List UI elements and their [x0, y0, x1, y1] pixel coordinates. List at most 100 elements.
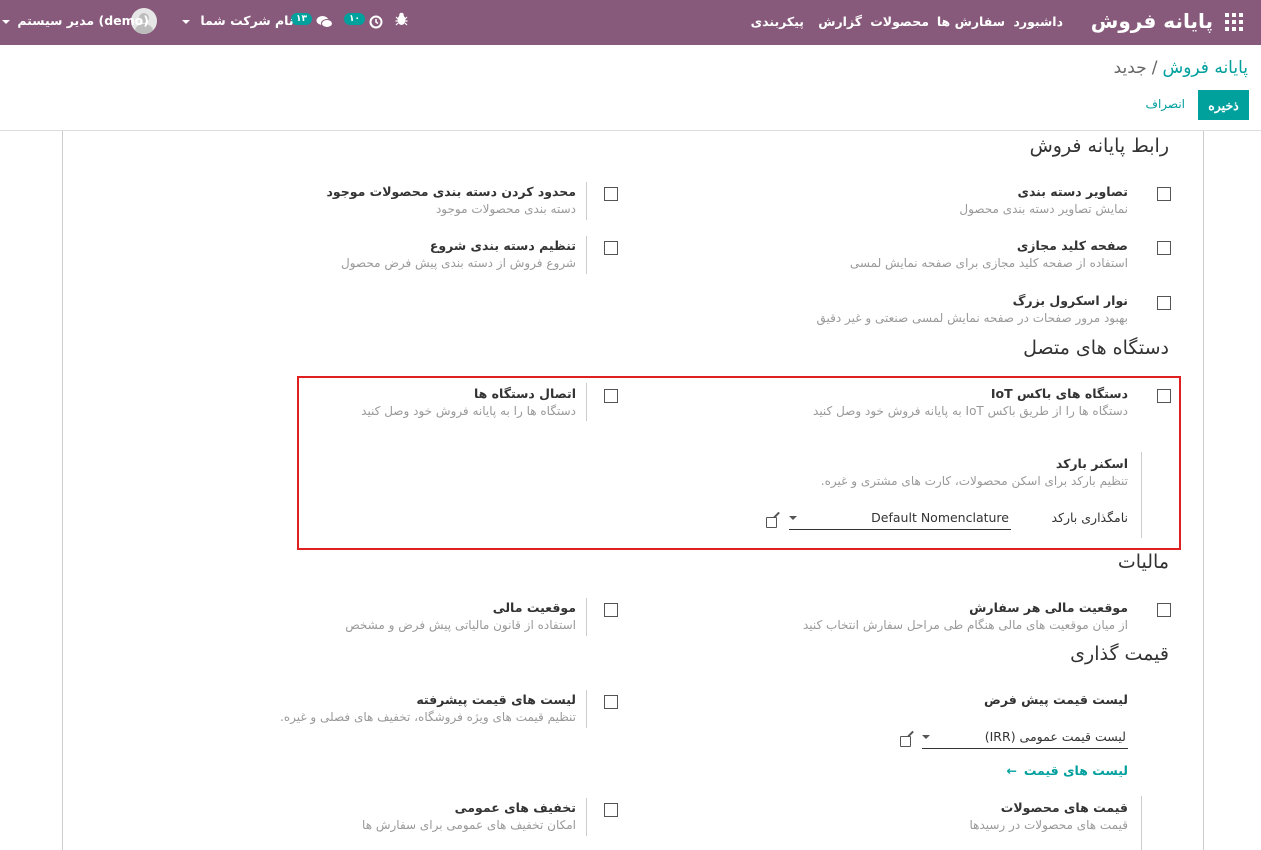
- setting-description: دستگاه ها را از طریق باکس IoT به پایانه …: [813, 404, 1128, 418]
- setting-description: قیمت های محصولات در رسیدها: [969, 818, 1128, 832]
- setting-barcode-scanner: اسکنر بارکد تنظیم بارکد برای اسکن محصولا…: [821, 456, 1128, 488]
- fiscal-position-checkbox[interactable]: [604, 603, 618, 617]
- setting-description: نمایش تصاویر دسته بندی محصول: [959, 202, 1128, 216]
- start-category-checkbox[interactable]: [604, 241, 618, 255]
- chevron-down-icon: [182, 19, 190, 24]
- divider: [586, 236, 587, 274]
- global-discounts-checkbox[interactable]: [604, 803, 618, 817]
- divider: [586, 383, 587, 421]
- user-menu[interactable]: مدیر سیستم (demo): [2, 13, 149, 28]
- restrict-categories-checkbox[interactable]: [604, 187, 618, 201]
- barcode-nomenclature-select[interactable]: Default Nomenclature: [789, 508, 1011, 530]
- setting-description: امکان تخفیف های عمومی برای سفارش ها: [362, 818, 576, 832]
- menu-orders[interactable]: سفارش ها: [937, 14, 1005, 29]
- setting-title: صفحه کلید مجازی: [1016, 238, 1128, 253]
- setting-restrict-categories: محدود کردن دسته بندی محصولات موجود دسته …: [326, 184, 618, 216]
- app-title[interactable]: پایانه فروش: [1091, 9, 1213, 33]
- setting-iot-box: دستگاه های باکس IoT دستگاه ها را از طریق…: [813, 386, 1171, 418]
- setting-title: تخفیف های عمومی: [454, 800, 576, 815]
- chevron-down-icon: [922, 735, 930, 739]
- setting-advanced-pricelists: لیست های قیمت پیشرفته تنظیم قیمت های ویژ…: [280, 692, 618, 724]
- setting-description: دسته بندی محصولات موجود: [435, 202, 576, 216]
- setting-title: نوار اسکرول بزرگ: [1012, 293, 1128, 308]
- setting-description: استفاده از صفحه کلید مجازی برای صفحه نما…: [849, 256, 1128, 270]
- setting-description: دستگاه ها را به پایانه فروش خود وصل کنید: [361, 404, 576, 418]
- setting-title: لیست های قیمت پیشرفته: [416, 692, 576, 707]
- clock-icon: [369, 15, 383, 28]
- setting-description: شروع فروش از دسته بندی پیش فرض محصول: [341, 256, 576, 270]
- setting-description: از میان موقعیت های مالی هنگام طی مراحل س…: [802, 618, 1128, 632]
- section-title-connected-devices: دستگاه های متصل: [1023, 337, 1169, 359]
- activity-count-badge: ۱۰: [344, 13, 365, 25]
- activities-menu[interactable]: ۱۰: [344, 13, 383, 29]
- company-name: نام شرکت شما: [200, 13, 294, 28]
- setting-category-images: تصاویر دسته بندی نمایش تصاویر دسته بندی …: [959, 184, 1171, 216]
- setting-title: دستگاه های باکس IoT: [990, 386, 1128, 401]
- setting-title: موقعیت مالی هر سفارش: [969, 600, 1128, 615]
- setting-title: لیست قیمت پیش فرض: [984, 692, 1128, 707]
- setting-global-discounts: تخفیف های عمومی امکان تخفیف های عمومی بر…: [362, 800, 618, 832]
- top-navbar: پایانه فروش داشبورد سفارش ها محصولات گزا…: [0, 0, 1261, 45]
- external-link-icon[interactable]: [766, 517, 777, 528]
- large-scrollbars-checkbox[interactable]: [1157, 296, 1171, 310]
- setting-title: اسکنر بارکد: [1055, 456, 1128, 471]
- discard-button[interactable]: انصراف: [1146, 97, 1185, 111]
- divider: [586, 182, 587, 220]
- menu-products[interactable]: محصولات: [870, 14, 929, 29]
- setting-default-pricelist: لیست قیمت پیش فرض: [984, 692, 1128, 707]
- setting-title: موقعیت مالی: [492, 600, 576, 615]
- select-value: لیست قیمت عمومی (IRR): [984, 729, 1126, 744]
- menu-reporting[interactable]: گزارش: [818, 14, 862, 29]
- setting-fiscal-position: موقعیت مالی استفاده از قانون مالیاتی پیش…: [345, 600, 618, 632]
- setting-description: تنظیم قیمت های ویژه فروشگاه، تخفیف های ف…: [280, 710, 576, 724]
- menu-dashboard[interactable]: داشبورد: [1013, 14, 1063, 29]
- messaging-menu[interactable]: ۱۳: [291, 13, 334, 29]
- fiscal-per-order-checkbox[interactable]: [1157, 603, 1171, 617]
- chevron-down-icon: [789, 516, 797, 520]
- messages-count-badge: ۱۳: [291, 13, 312, 25]
- breadcrumb-parent[interactable]: پایانه فروش: [1162, 58, 1248, 78]
- chevron-down-icon: [2, 19, 10, 24]
- setting-large-scrollbars: نوار اسکرول بزرگ بهبود مرور صفحات در صفح…: [817, 293, 1171, 325]
- setting-virtual-keyboard: صفحه کلید مجازی استفاده از صفحه کلید مجا…: [850, 238, 1171, 270]
- breadcrumb-separator: /: [1151, 58, 1158, 78]
- pricelists-link-label: لیست های قیمت: [1023, 763, 1128, 778]
- arrow-left-icon: ←: [1006, 763, 1017, 778]
- setting-title: محدود کردن دسته بندی محصولات موجود: [326, 184, 576, 199]
- comments-icon: [316, 15, 334, 28]
- pricelists-link[interactable]: لیست های قیمت ←: [1007, 763, 1128, 778]
- setting-fiscal-per-order: موقعیت مالی هر سفارش از میان موقعیت های …: [803, 600, 1171, 632]
- section-title-pos-interface: رابط پایانه فروش: [1029, 135, 1169, 157]
- divider: [1141, 452, 1142, 538]
- divider: [586, 598, 587, 636]
- default-pricelist-select[interactable]: لیست قیمت عمومی (IRR): [922, 727, 1128, 749]
- section-title-taxes: مالیات: [1117, 551, 1169, 573]
- setting-description: بهبود مرور صفحات در صفحه نمایش لمسی صنعت…: [816, 311, 1128, 325]
- setting-description: استفاده از قانون مالیاتی پیش فرض و مشخص: [345, 618, 576, 632]
- apps-menu-icon[interactable]: [1225, 13, 1243, 31]
- setting-description: تنظیم بارکد برای اسکن محصولات، کارت های …: [820, 474, 1128, 488]
- debug-bug-icon[interactable]: [395, 12, 408, 29]
- setting-connect-devices: اتصال دستگاه ها دستگاه ها را به پایانه ف…: [361, 386, 618, 418]
- setting-title: تنظیم دسته بندی شروع: [429, 238, 576, 253]
- category-images-checkbox[interactable]: [1157, 187, 1171, 201]
- divider: [1141, 796, 1142, 850]
- select-value: Default Nomenclature: [871, 510, 1009, 525]
- external-link-icon[interactable]: [900, 736, 911, 747]
- advanced-pricelists-checkbox[interactable]: [604, 695, 618, 709]
- divider: [586, 798, 587, 836]
- divider: [586, 690, 587, 728]
- connect-devices-checkbox[interactable]: [604, 389, 618, 403]
- menu-configuration[interactable]: پیکربندی: [751, 14, 804, 29]
- virtual-keyboard-checkbox[interactable]: [1157, 241, 1171, 255]
- setting-start-category: تنظیم دسته بندی شروع شروع فروش از دسته ب…: [341, 238, 618, 270]
- save-button[interactable]: ذخیره: [1198, 90, 1249, 120]
- setting-title: اتصال دستگاه ها: [473, 386, 576, 401]
- section-title-pricing: قیمت گذاری: [1070, 643, 1169, 665]
- breadcrumb: پایانه فروش/جدید: [1114, 58, 1248, 78]
- setting-title: قیمت های محصولات: [1000, 800, 1128, 815]
- barcode-nomenclature-label: نامگذاری بارکد: [1051, 510, 1128, 525]
- breadcrumb-current: جدید: [1113, 58, 1147, 78]
- company-switcher[interactable]: نام شرکت شما: [182, 13, 294, 28]
- iot-box-checkbox[interactable]: [1157, 389, 1171, 403]
